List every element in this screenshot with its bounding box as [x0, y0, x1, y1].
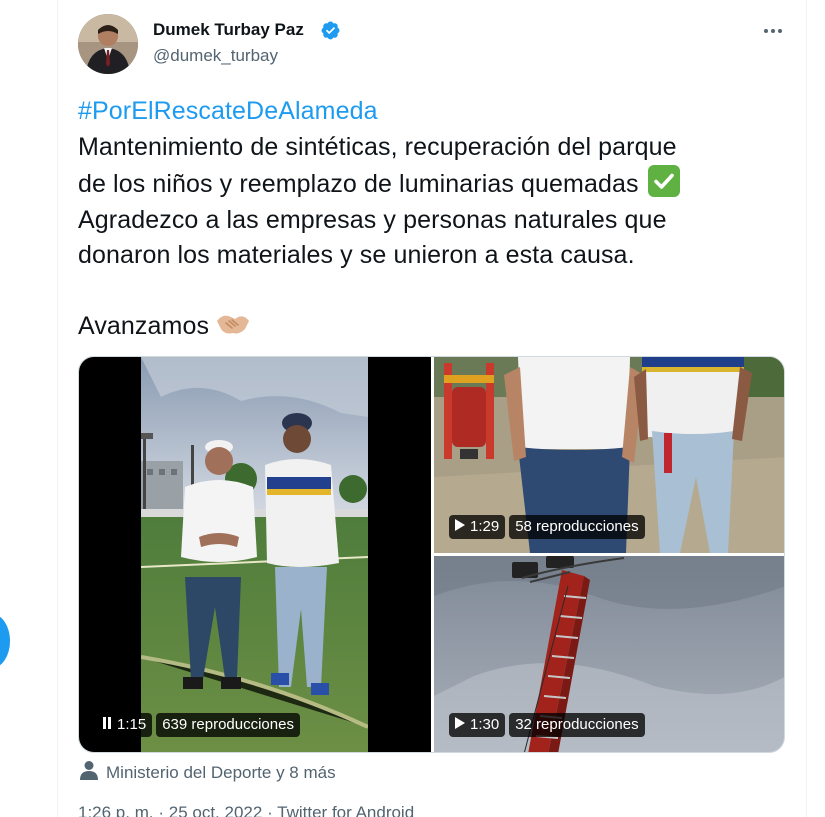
video-player-3[interactable]: 1:30 32 reproducciones: [434, 556, 784, 752]
tweet-line-1: Mantenimiento de sintéticas, recuperació…: [78, 132, 677, 161]
play-icon: [455, 515, 465, 539]
compose-tweet-button[interactable]: [0, 614, 10, 668]
tweet-line-4: donaron los materiales y se unieron a es…: [78, 241, 635, 269]
more-options-icon[interactable]: [757, 21, 789, 41]
video-player-2[interactable]: 1:29 58 reproducciones: [434, 357, 784, 553]
media-grid: 1:15 639 reproducciones 1:29 58 reproduc…: [78, 356, 785, 753]
video-thumbnail-1: [141, 357, 368, 752]
tweet-source[interactable]: Twitter for Android: [277, 803, 414, 817]
video-3-views: 32 reproducciones: [515, 716, 639, 733]
video-2-views: 58 reproducciones: [515, 518, 639, 535]
video-3-duration: 1:30: [470, 716, 500, 733]
author-handle[interactable]: @dumek_turbay: [153, 46, 278, 66]
timeline-border-right: [806, 0, 807, 817]
hashtag-link[interactable]: #PorElRescateDeAlameda: [78, 97, 378, 125]
video-3-views-badge: 32 reproducciones: [509, 713, 645, 737]
tagged-users[interactable]: Ministerio del Deporte y 8 más: [80, 760, 336, 785]
video-1-overlay: 1:15 639 reproducciones: [96, 713, 300, 737]
video-2-duration-badge[interactable]: 1:29: [449, 515, 506, 539]
tweet-text: #PorElRescateDeAlameda Mantenimiento de …: [78, 94, 793, 345]
video-2-overlay: 1:29 58 reproducciones: [449, 515, 645, 539]
verified-badge-icon: [321, 21, 340, 40]
footer-separator-2: ·: [267, 803, 273, 817]
video-3-duration-badge[interactable]: 1:30: [449, 713, 506, 737]
video-player-1[interactable]: 1:15 639 reproducciones: [79, 357, 431, 752]
tweet-line-2: de los niños y reemplazo de luminarias q…: [78, 170, 639, 198]
pause-icon: [102, 713, 112, 737]
tweet-timestamp-row: 1:26 p. m. · 25 oct. 2022 · Twitter for …: [78, 803, 414, 817]
timeline-border-left: [57, 0, 58, 817]
avatar[interactable]: [78, 14, 138, 74]
video-2-duration: 1:29: [470, 518, 500, 535]
play-icon: [455, 713, 465, 737]
video-3-overlay: 1:30 32 reproducciones: [449, 713, 645, 737]
video-2-views-badge: 58 reproducciones: [509, 515, 645, 539]
handshake-emoji-icon: [215, 311, 251, 337]
check-mark-emoji-icon: [647, 165, 680, 197]
author-name[interactable]: Dumek Turbay Paz: [153, 20, 304, 40]
video-1-duration-badge[interactable]: 1:15: [96, 713, 153, 737]
tagged-users-text: Ministerio del Deporte y 8 más: [106, 762, 336, 782]
tweet-date[interactable]: 25 oct. 2022: [169, 803, 263, 817]
tweet-line-5: Avanzamos: [78, 312, 210, 340]
video-1-duration: 1:15: [117, 716, 147, 733]
tweet-time[interactable]: 1:26 p. m.: [78, 803, 154, 817]
video-1-views-badge: 639 reproducciones: [156, 713, 300, 737]
tweet-line-3: Agradezco a las empresas y personas natu…: [78, 205, 667, 234]
person-icon: [80, 760, 98, 785]
video-1-views: 639 reproducciones: [162, 716, 294, 733]
